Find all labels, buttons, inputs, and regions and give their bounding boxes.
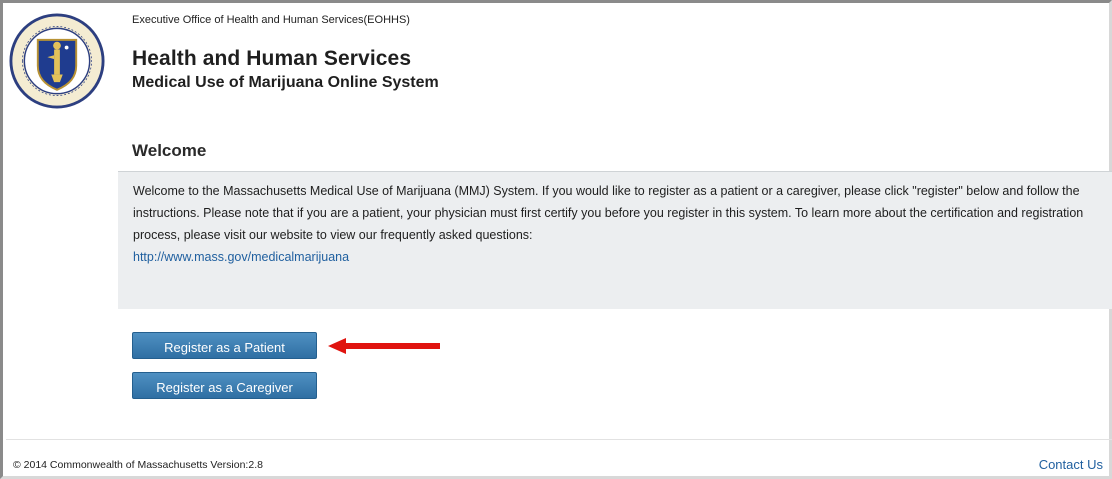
faq-link[interactable]: http://www.mass.gov/medicalmarijuana: [133, 250, 349, 264]
welcome-panel: Welcome to the Massachusetts Medical Use…: [118, 171, 1112, 309]
copyright-text: © 2014 Commonwealth of Massachusetts Ver…: [13, 459, 263, 471]
red-arrow-icon: [328, 338, 440, 354]
page-subtitle: Medical Use of Marijuana Online System: [132, 74, 439, 91]
footer-divider: [6, 439, 1112, 440]
page-title: Health and Human Services: [132, 47, 412, 70]
massachusetts-seal-icon: [9, 13, 105, 109]
contact-us-link[interactable]: Contact Us: [1039, 457, 1103, 472]
agency-name: Executive Office of Health and Human Ser…: [132, 14, 410, 26]
register-patient-button[interactable]: Register as a Patient: [132, 332, 317, 359]
page-frame: Executive Office of Health and Human Ser…: [0, 0, 1112, 479]
welcome-text: Welcome to the Massachusetts Medical Use…: [133, 184, 1084, 242]
register-caregiver-button[interactable]: Register as a Caregiver: [132, 372, 317, 399]
welcome-heading: Welcome: [132, 141, 207, 160]
